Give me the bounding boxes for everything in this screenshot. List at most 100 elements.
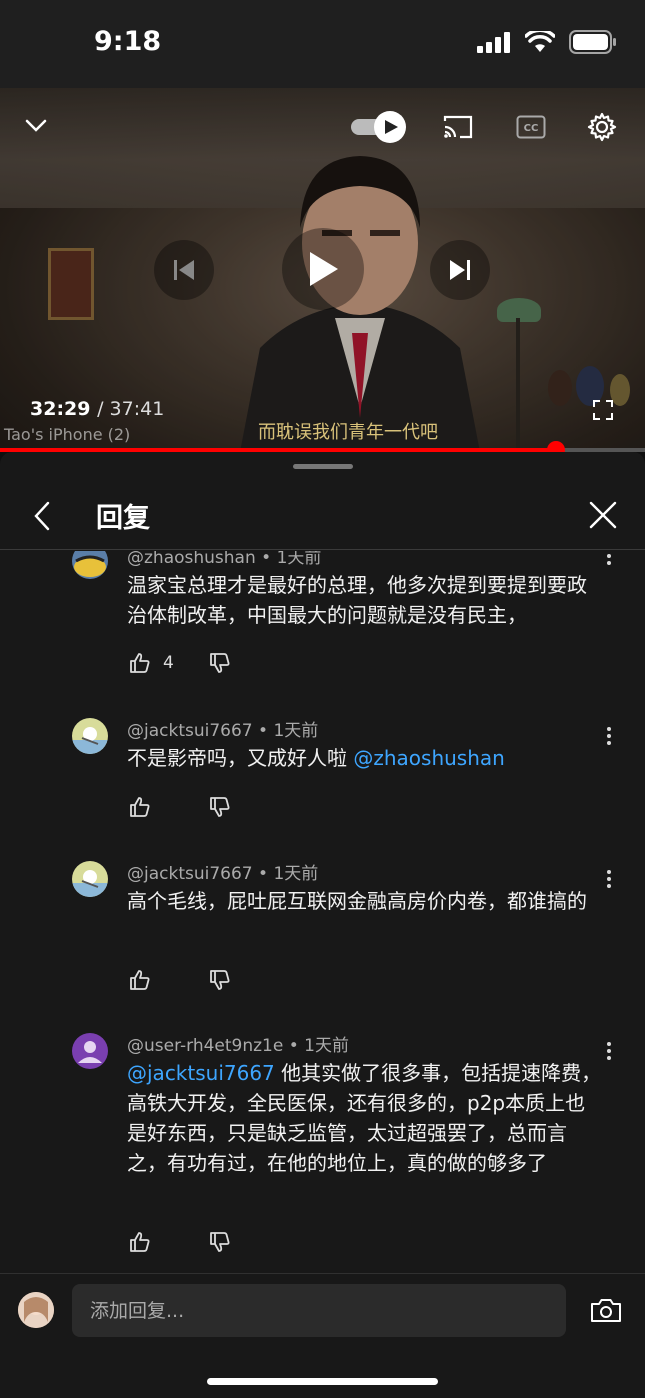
more-options-button[interactable] (600, 722, 618, 750)
battery-icon (569, 30, 616, 54)
play-icon (310, 252, 338, 286)
camera-button[interactable] (588, 1292, 624, 1328)
reply-item: @jacktsui7667 • 1天前 不是影帝吗，又成好人啦 @zhaoshu… (0, 716, 645, 846)
wifi-icon (525, 31, 555, 52)
next-button[interactable] (430, 240, 490, 300)
more-options-icon (607, 1042, 611, 1046)
reply-actions (127, 1228, 233, 1256)
like-button[interactable] (127, 967, 153, 993)
previous-button[interactable] (154, 240, 214, 300)
avatar[interactable] (72, 718, 108, 754)
panel-header: 回复 (0, 482, 645, 550)
reply-item: @zhaoshushan • 1天前 温家宝总理才是最好的总理，他多次提到要提到… (0, 551, 645, 691)
more-options-icon (607, 870, 611, 874)
cast-icon (443, 115, 473, 139)
reply-item: @user-rh4et9nz1e • 1天前 @jacktsui7667 他其实… (0, 1031, 645, 1271)
avatar[interactable] (72, 551, 108, 579)
dislike-icon (210, 1232, 230, 1252)
reply-mention-link[interactable]: @zhaoshushan (353, 746, 504, 770)
fullscreen-button[interactable] (590, 397, 616, 423)
close-button[interactable] (586, 498, 620, 532)
reply-meta: @zhaoshushan • 1天前 (127, 551, 321, 568)
reply-author[interactable]: @jacktsui7667 (127, 721, 253, 741)
like-icon (130, 1232, 150, 1252)
like-icon (130, 653, 150, 673)
like-button[interactable] (127, 650, 153, 676)
more-options-icon (607, 727, 611, 731)
home-indicator[interactable] (207, 1378, 438, 1385)
status-time: 9:18 (94, 26, 162, 57)
settings-gear-icon (587, 112, 617, 142)
reply-time: 1天前 (304, 1036, 349, 1056)
duration: / 37:41 (97, 398, 165, 420)
captions-icon: CC (516, 115, 546, 139)
dislike-button[interactable] (207, 794, 233, 820)
reply-list[interactable]: @zhaoshushan • 1天前 温家宝总理才是最好的总理，他多次提到要提到… (0, 551, 645, 1271)
back-button[interactable] (26, 498, 58, 534)
svg-text:CC: CC (524, 123, 539, 134)
fullscreen-icon (593, 400, 613, 420)
reply-author[interactable]: @user-rh4et9nz1e (127, 1036, 283, 1056)
like-icon (130, 797, 150, 817)
reply-text-plain: 不是影帝吗，又成好人啦 (127, 746, 354, 770)
reply-input[interactable] (72, 1284, 566, 1337)
like-button[interactable] (127, 794, 153, 820)
signal-icon (477, 32, 510, 53)
dislike-icon (210, 653, 230, 673)
like-button[interactable] (127, 1229, 153, 1255)
next-icon (450, 260, 470, 280)
reply-actions: 4 (127, 649, 233, 677)
reply-author[interactable]: @zhaoshushan (127, 551, 256, 568)
reply-text: @jacktsui7667 他其实做了很多事，包括提速降费，高铁大开发，全民医保… (127, 1058, 602, 1178)
collapse-chevron-icon (25, 119, 47, 132)
play-button[interactable] (282, 228, 364, 310)
video-watermark: Tao's iPhone (2) (4, 425, 131, 444)
reply-item: @jacktsui7667 • 1天前 高个毛线，屁吐屁互联网金融高房价内卷，都… (0, 859, 645, 1019)
drag-handle[interactable] (293, 464, 353, 469)
captions-button[interactable]: CC (514, 110, 548, 144)
reply-time: 1天前 (273, 721, 319, 741)
reply-time: 1天前 (273, 864, 319, 884)
dislike-button[interactable] (207, 1229, 233, 1255)
close-icon (589, 501, 617, 529)
avatar[interactable] (72, 861, 108, 897)
back-arrow-icon (34, 501, 50, 531)
cast-button[interactable] (440, 110, 476, 144)
autoplay-toggle[interactable] (350, 110, 408, 144)
reply-time: 1天前 (276, 551, 322, 568)
dislike-button[interactable] (207, 650, 233, 676)
reply-actions (127, 966, 233, 994)
dislike-icon (210, 970, 230, 990)
avatar[interactable] (72, 1033, 108, 1069)
reply-text: 高个毛线，屁吐屁互联网金融高房价内卷，都谁搞的 (127, 889, 587, 913)
more-options-button[interactable] (600, 1037, 618, 1065)
reply-actions (127, 793, 233, 821)
reply-text: 温家宝总理才是最好的总理，他多次提到要提到要政治体制改革，中国最大的问题就是没有… (127, 573, 587, 627)
dislike-icon (210, 797, 230, 817)
my-avatar (18, 1292, 54, 1328)
panel-title: 回复 (96, 503, 150, 534)
reply-author[interactable]: @jacktsui7667 (127, 864, 253, 884)
more-options-button[interactable] (600, 551, 618, 570)
default-user-icon (78, 1041, 102, 1063)
status-bar: 9:18 (0, 0, 645, 88)
video-subtitle: 而耽误我们青年一代吧 (258, 422, 438, 443)
settings-button[interactable] (585, 110, 619, 144)
reply-meta: @jacktsui7667 • 1天前 (127, 864, 319, 884)
autoplay-toggle-icon (351, 111, 406, 143)
dislike-button[interactable] (207, 967, 233, 993)
time-display: 32:29 / 37:41 (30, 398, 164, 420)
reply-mention-link[interactable]: @jacktsui7667 (127, 1061, 275, 1085)
like-icon (130, 970, 150, 990)
reply-meta: @user-rh4et9nz1e • 1天前 (127, 1036, 349, 1056)
reply-text: 不是影帝吗，又成好人啦 @zhaoshushan (127, 743, 602, 773)
video-player[interactable]: CC 32:29 / 37:41 Tao's iPhone (2) 而耽误我们青… (0, 88, 645, 452)
like-count: 4 (163, 653, 174, 673)
status-icons (477, 30, 617, 54)
collapse-button[interactable] (20, 110, 52, 142)
current-time: 32:29 (30, 398, 91, 420)
more-options-button[interactable] (600, 865, 618, 893)
previous-icon (174, 260, 194, 280)
replies-panel: 回复 @zhaoshushan • 1天前 温家宝总理才是最好的总理，他多次提到… (0, 452, 645, 1398)
reply-meta: @jacktsui7667 • 1天前 (127, 721, 319, 741)
